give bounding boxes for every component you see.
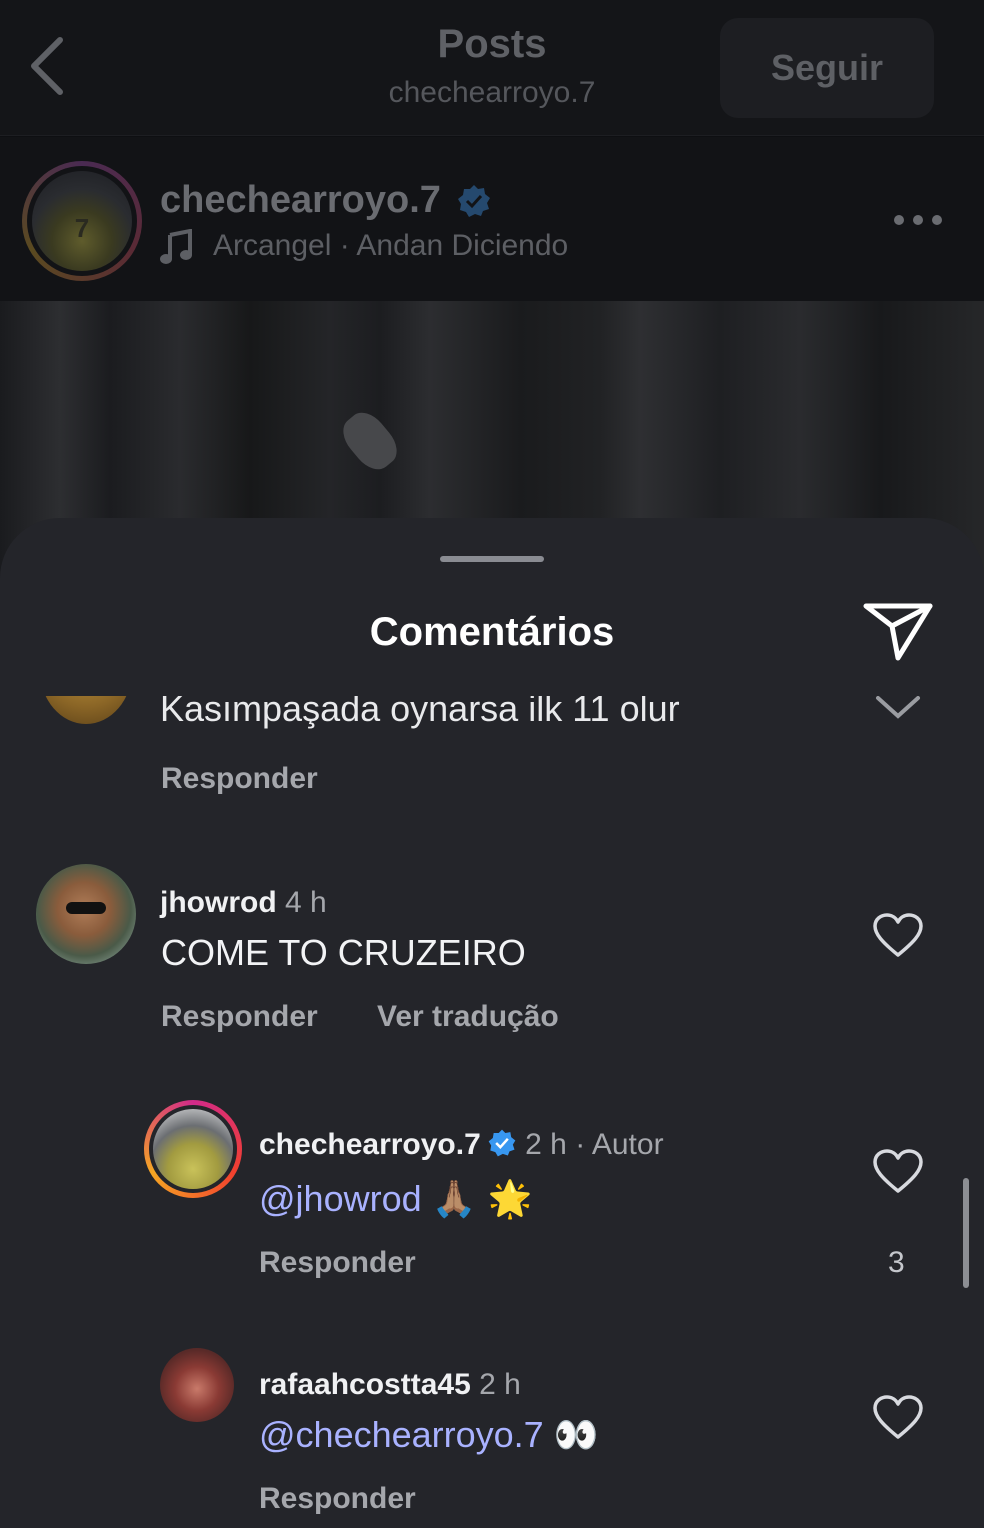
comment-time: 4 h: [285, 886, 327, 919]
comment-text: COME TO CRUZEIRO: [161, 932, 526, 973]
username-text[interactable]: chechearroyo.7: [259, 1128, 481, 1161]
verified-icon: [488, 1129, 516, 1157]
username-text[interactable]: jhowrod: [160, 886, 277, 919]
verified-icon: [458, 185, 490, 217]
follow-button[interactable]: Seguir: [720, 18, 934, 118]
scrollbar[interactable]: [963, 1178, 969, 1288]
more-horizontal-icon[interactable]: [892, 213, 944, 227]
author-badge: Autor: [591, 1128, 664, 1161]
post-header: chechearroyo.7 Arcangel · Andan Diciendo: [0, 137, 984, 301]
avatar[interactable]: [22, 161, 142, 281]
music-note-icon: [160, 229, 192, 264]
drag-handle[interactable]: [440, 556, 544, 562]
comments-sheet: Comentários Kasımpaşada oynarsa ilk 11 o…: [0, 518, 984, 1528]
send-icon[interactable]: [862, 600, 934, 662]
avatar[interactable]: [40, 696, 132, 724]
avatar[interactable]: [160, 1348, 234, 1422]
comment-emoji: 👀: [553, 1415, 599, 1456]
avatar[interactable]: [36, 864, 136, 964]
comment-text: @jhowrod 🙏🏽 🌟: [259, 1178, 533, 1220]
chevron-down-icon[interactable]: [874, 696, 922, 720]
like-count: 3: [888, 1246, 905, 1279]
comment-emoji: 🙏🏽 🌟: [431, 1179, 533, 1220]
comment-text: @chechearroyo.7 👀: [259, 1414, 599, 1456]
reply-button[interactable]: Responder: [161, 1000, 318, 1034]
post-song[interactable]: Arcangel · Andan Diciendo: [213, 229, 568, 263]
comment-username[interactable]: jhowrod 4 h: [160, 886, 327, 920]
comment-list[interactable]: Kasımpaşada oynarsa ilk 11 olur Responde…: [0, 696, 984, 1528]
username-text[interactable]: rafaahcostta45: [259, 1368, 471, 1401]
comment-username[interactable]: rafaahcostta45 2 h: [259, 1368, 521, 1402]
mention-link[interactable]: @jhowrod: [259, 1178, 422, 1219]
reply-button[interactable]: Responder: [259, 1482, 416, 1516]
mention-link[interactable]: @chechearroyo.7: [259, 1414, 544, 1455]
avatar[interactable]: [144, 1100, 242, 1198]
see-translation-button[interactable]: Ver tradução: [377, 1000, 559, 1034]
heart-icon[interactable]: [872, 1148, 924, 1194]
heart-icon[interactable]: [872, 912, 924, 958]
reply-button[interactable]: Responder: [259, 1246, 416, 1280]
separator: ·: [575, 1128, 592, 1161]
heart-icon[interactable]: [872, 1394, 924, 1440]
comment-username[interactable]: chechearroyo.7 2 h · Autor: [259, 1128, 664, 1162]
reply-button[interactable]: Responder: [161, 762, 318, 796]
post-username[interactable]: chechearroyo.7: [160, 179, 441, 222]
comment-text: Kasımpaşada oynarsa ilk 11 olur: [160, 696, 680, 729]
top-bar: Posts chechearroyo.7 Seguir: [0, 0, 984, 136]
comment-time: 2 h: [525, 1128, 567, 1161]
comment-time: 2 h: [479, 1368, 521, 1401]
sheet-title: Comentários: [369, 610, 615, 654]
